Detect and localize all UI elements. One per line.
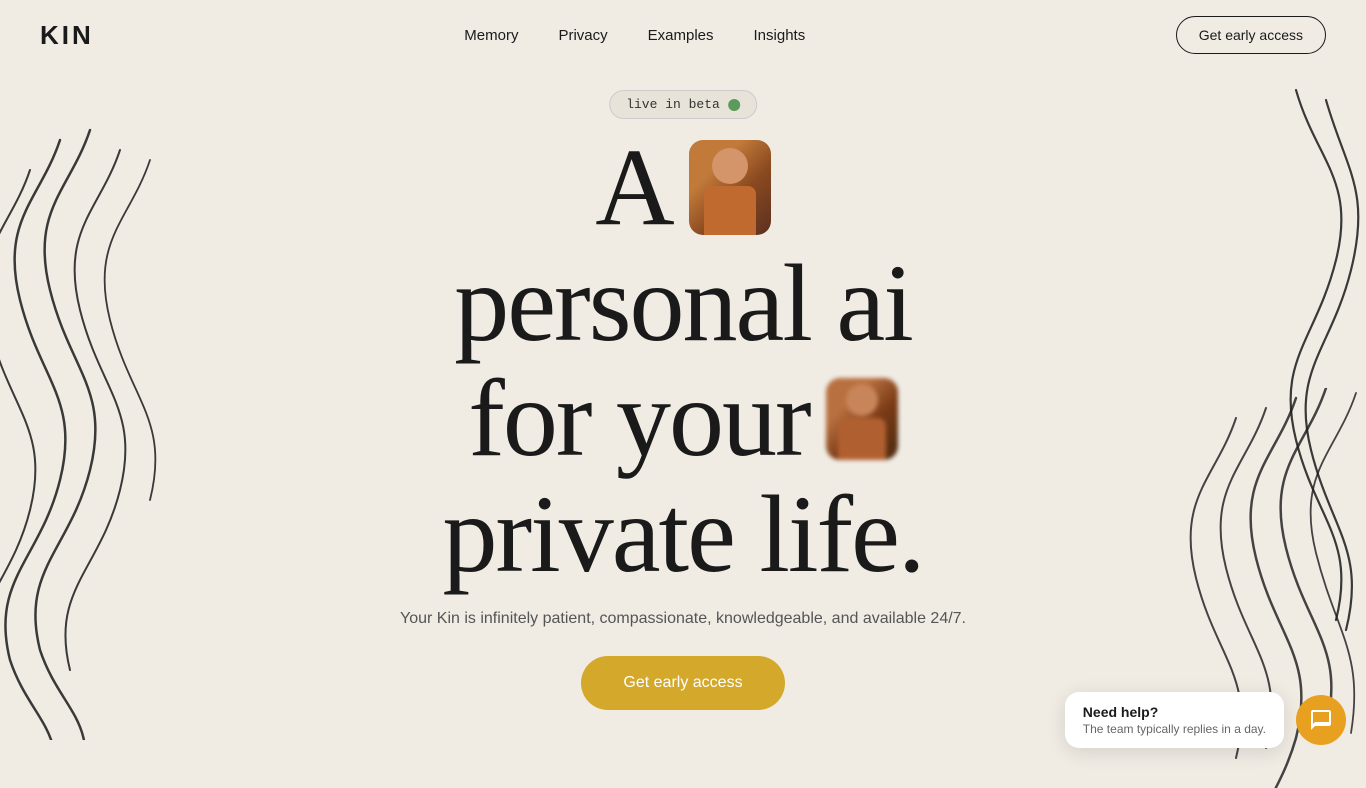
chat-title: Need help? xyxy=(1083,704,1266,720)
chat-open-button[interactable] xyxy=(1296,695,1346,745)
person-image-1 xyxy=(689,140,771,235)
hero-line2: personal ai xyxy=(233,246,1133,362)
chat-bubble: Need help? The team typically replies in… xyxy=(1065,692,1284,748)
navbar: KIN Memory Privacy Examples Insights Get… xyxy=(0,0,1366,70)
person-image-2 xyxy=(826,378,898,460)
hero-subtitle: Your Kin is infinitely patient, compassi… xyxy=(233,610,1133,628)
deco-left xyxy=(0,120,180,740)
logo[interactable]: KIN xyxy=(40,20,94,51)
hero-for-your-text: for your xyxy=(468,361,809,477)
nav-links: Memory Privacy Examples Insights xyxy=(464,27,805,44)
nav-insights[interactable]: Insights xyxy=(754,27,806,44)
nav-examples[interactable]: Examples xyxy=(648,27,714,44)
hero-line3: for your xyxy=(233,361,1133,477)
hero-section: A personal ai for your private life. You… xyxy=(233,130,1133,710)
chat-subtitle: The team typically replies in a day. xyxy=(1083,722,1266,736)
hero-line4: private life. xyxy=(233,477,1133,593)
beta-label: live in beta xyxy=(626,97,720,112)
chat-widget: Need help? The team typically replies in… xyxy=(1065,692,1346,748)
nav-memory[interactable]: Memory xyxy=(464,27,518,44)
nav-cta-button[interactable]: Get early access xyxy=(1176,16,1326,54)
hero-a-text: A xyxy=(595,130,672,246)
chat-icon-svg xyxy=(1309,708,1333,732)
nav-privacy[interactable]: Privacy xyxy=(558,27,607,44)
beta-dot xyxy=(728,99,740,111)
hero-title: A personal ai for your private life. xyxy=(233,130,1133,592)
hero-cta-button[interactable]: Get early access xyxy=(581,656,784,710)
hero-line1: A xyxy=(233,130,1133,246)
beta-badge: live in beta xyxy=(609,90,757,119)
